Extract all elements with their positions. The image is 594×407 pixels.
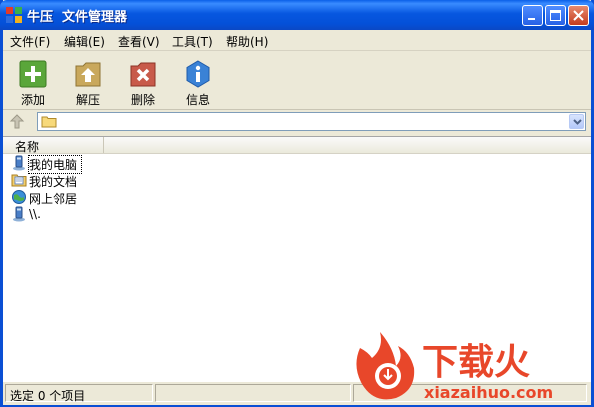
watermark-logo: 下载火 xiazaihuo.com	[356, 332, 553, 402]
computer-icon	[13, 206, 25, 222]
list-item[interactable]: 网上邻居	[11, 189, 211, 206]
add-button[interactable]: 添加	[11, 57, 55, 107]
add-label: 添加	[20, 93, 45, 107]
list-item-label: \\.	[29, 207, 41, 221]
extract-button[interactable]: 解压	[66, 57, 110, 107]
minimize-icon	[528, 18, 535, 20]
close-button[interactable]	[568, 5, 589, 26]
delete-label: 删除	[130, 93, 155, 107]
menu-view[interactable]: 查看(V)	[118, 33, 160, 50]
address-input[interactable]	[60, 113, 560, 130]
delete-icon	[130, 62, 156, 87]
column-header-name[interactable]: 名称	[3, 137, 104, 154]
maximize-icon	[550, 10, 561, 21]
menu-file[interactable]: 文件(F)	[10, 33, 50, 50]
watermark-text-url: xiazaihuo.com	[424, 383, 553, 402]
title-bar[interactable]: 牛压 文件管理器	[0, 0, 594, 30]
list-item-label: 我的电脑	[27, 155, 83, 174]
app-logo-icon	[6, 7, 22, 23]
folder-icon	[41, 116, 57, 128]
list-item[interactable]: 我的电脑	[11, 155, 211, 174]
menu-bar: 文件(F) 编辑(E) 查看(V) 工具(T) 帮助(H)	[3, 30, 591, 51]
documents-folder-icon	[11, 174, 27, 187]
network-icon	[12, 190, 26, 204]
extract-label: 解压	[75, 93, 100, 107]
menu-tools[interactable]: 工具(T)	[172, 33, 213, 50]
chevron-down-icon	[573, 119, 582, 125]
list-item[interactable]: 我的文档	[11, 172, 211, 189]
maximize-button[interactable]	[545, 5, 566, 26]
column-header-name-label: 名称	[15, 140, 40, 154]
extract-icon	[75, 62, 101, 87]
minimize-button[interactable]	[522, 5, 543, 26]
info-button[interactable]: 信息	[176, 57, 220, 107]
list-item-label: 网上邻居	[29, 192, 78, 206]
list-header: 名称	[3, 137, 591, 154]
close-icon	[573, 10, 584, 21]
address-combobox[interactable]	[37, 112, 586, 131]
watermark: 下载火 xiazaihuo.com	[350, 326, 590, 404]
watermark-text-cn: 下载火	[422, 342, 530, 383]
status-text: 选定 0 个项目	[10, 389, 86, 403]
computer-icon	[13, 155, 25, 171]
status-selection: 选定 0 个项目	[5, 384, 153, 403]
menu-edit[interactable]: 编辑(E)	[64, 33, 105, 50]
up-folder-icon[interactable]	[8, 113, 26, 131]
menu-help[interactable]: 帮助(H)	[226, 33, 268, 50]
list-item-label: 我的文档	[29, 175, 78, 189]
add-icon	[19, 60, 47, 88]
info-label: 信息	[185, 93, 210, 107]
status-panel-2	[155, 384, 351, 402]
info-icon	[186, 60, 210, 88]
toolbar: 添加 解压 删除 信息	[3, 51, 591, 110]
delete-button[interactable]: 删除	[121, 57, 165, 107]
window-title: 牛压 文件管理器	[27, 10, 128, 25]
address-bar	[3, 110, 591, 134]
address-dropdown-button[interactable]	[569, 114, 584, 129]
list-item[interactable]: \\.	[11, 206, 211, 223]
